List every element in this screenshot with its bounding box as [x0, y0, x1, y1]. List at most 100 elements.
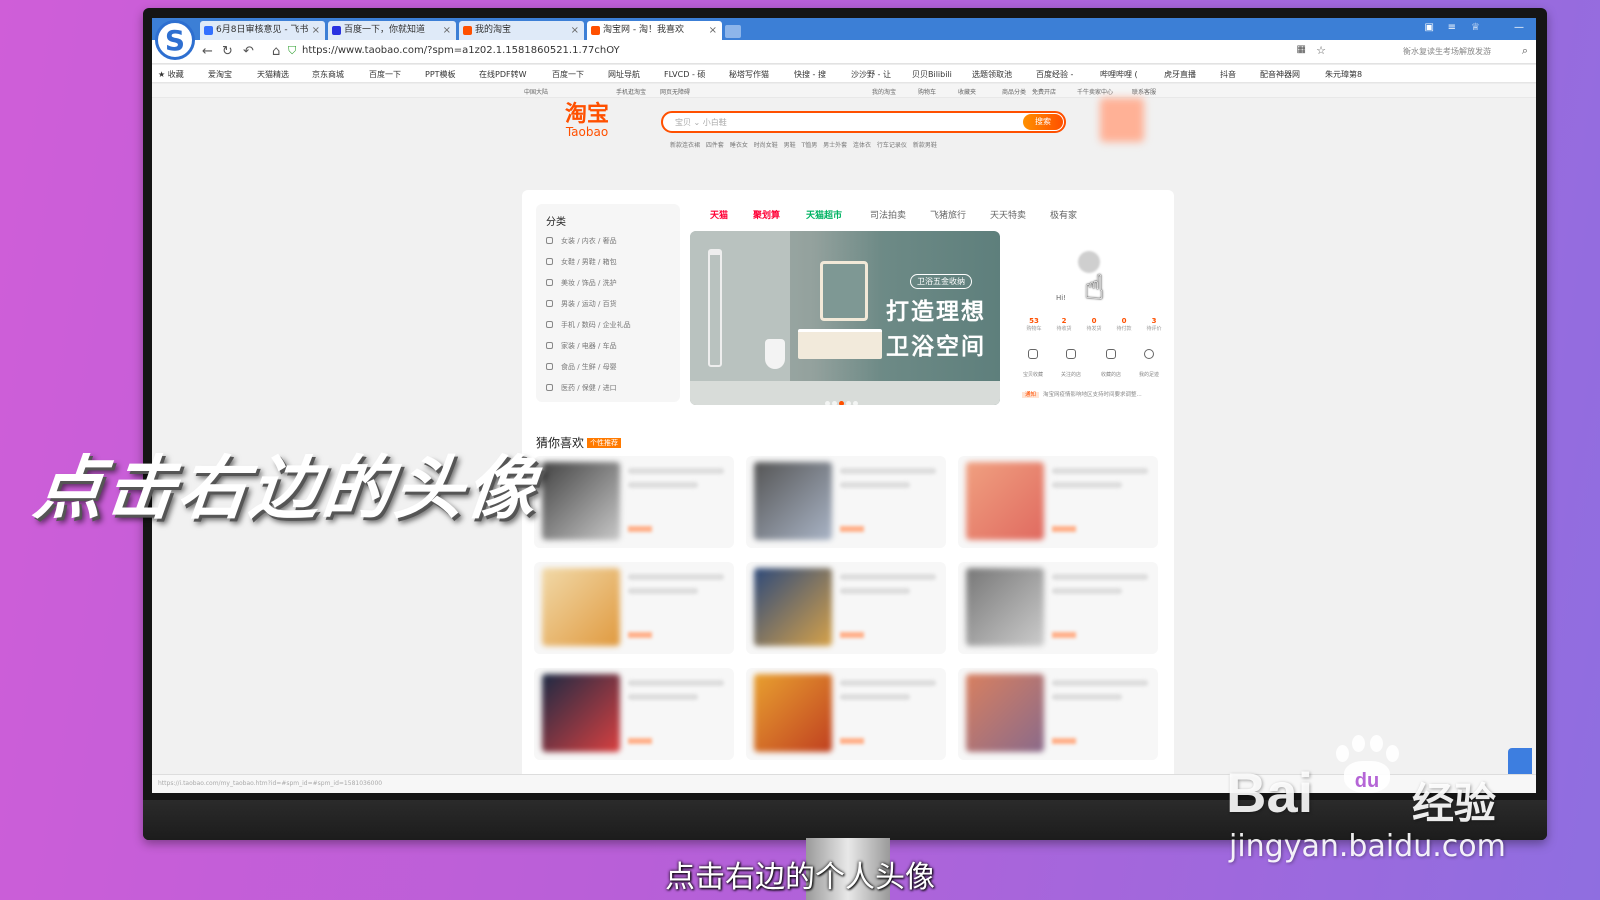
category-item[interactable]: 男装 / 运动 / 百货 — [546, 299, 617, 309]
carousel-dots[interactable] — [824, 391, 859, 405]
category-item[interactable]: 女鞋 / 男鞋 / 箱包 — [546, 257, 617, 267]
tab-my-taobao[interactable]: 我的淘宝 × — [459, 21, 584, 40]
bookmark-item[interactable]: 爱淘宝 — [208, 69, 232, 80]
qr-icon[interactable]: ▦ — [1297, 44, 1306, 55]
channel-jiyoujia[interactable]: 极有家 — [1050, 208, 1077, 221]
product-card[interactable] — [534, 562, 734, 654]
url-input[interactable]: https://www.taobao.com/?spm=a1z02.1.1581… — [302, 45, 620, 56]
tool-followed-shops[interactable]: 关注的店 — [1056, 349, 1086, 380]
bookmark-item[interactable]: 配音神器网 — [1260, 69, 1300, 80]
search-icon[interactable]: ⌕ — [1522, 44, 1528, 58]
bookmark-item[interactable]: 百度一下 — [369, 69, 401, 80]
category-item[interactable]: 美妆 / 饰品 / 洗护 — [546, 278, 617, 288]
shirt-icon[interactable]: ♕ — [1471, 22, 1480, 33]
minimize-icon[interactable]: — — [1514, 22, 1524, 33]
bookmark-item[interactable]: 网址导航 — [608, 69, 640, 80]
new-tab-button[interactable] — [725, 25, 741, 38]
menu-icon[interactable]: ≡ — [1448, 22, 1456, 33]
site-nav-link[interactable]: 收藏夹 — [958, 87, 976, 96]
product-card[interactable] — [958, 456, 1158, 548]
product-card[interactable] — [958, 668, 1158, 760]
product-card[interactable] — [534, 456, 734, 548]
channel-fliggy[interactable]: 飞猪旅行 — [930, 208, 966, 221]
back-icon[interactable]: ← — [202, 44, 213, 59]
product-price — [1052, 632, 1076, 638]
stat-to-receive[interactable]: 2 待收货 — [1050, 317, 1078, 332]
undo-icon[interactable]: ↶ — [243, 44, 254, 59]
channel-tmall[interactable]: 天猫 — [710, 208, 728, 221]
site-nav-link[interactable]: 购物车 — [918, 87, 936, 96]
bookmark-item[interactable]: 百度经验 - — [1036, 69, 1073, 80]
taobao-logo[interactable]: 淘宝 Taobao — [565, 104, 609, 139]
close-icon[interactable]: × — [443, 21, 451, 40]
promo-banner[interactable]: 卫浴五金收纳 打造理想 卫浴空间 — [690, 231, 1000, 405]
tool-saved-shops[interactable]: 收藏的店 — [1096, 349, 1126, 380]
stat-to-pay[interactable]: 0 待付款 — [1110, 317, 1138, 332]
category-item[interactable]: 家装 / 电器 / 车品 — [546, 341, 617, 351]
category-item[interactable]: 手机 / 数码 / 企业礼品 — [546, 320, 631, 330]
home-icon[interactable]: ⌂ — [272, 44, 280, 59]
channel-juhuasuan[interactable]: 聚划算 — [753, 208, 780, 221]
bookmark-item[interactable]: 京东商城 — [312, 69, 344, 80]
tab-baidu[interactable]: 百度一下，你就知道 × — [328, 21, 456, 40]
bookmark-item[interactable]: 在线PDF转W — [479, 69, 527, 80]
search-box[interactable]: 宝贝 ⌄ 小白鞋 搜索 — [661, 111, 1066, 133]
tab-feishu[interactable]: 6月8日审核意见 - 飞书 × — [200, 21, 325, 40]
bookmark-item[interactable]: ★ 收藏 — [158, 69, 184, 80]
tabs-icon[interactable]: ▣ — [1425, 22, 1434, 33]
close-icon[interactable]: × — [709, 21, 717, 40]
search-input[interactable]: 宝贝 ⌄ 小白鞋 — [675, 117, 727, 128]
bookmark-item[interactable]: 秘塔写作猫 — [729, 69, 769, 80]
channel-tmall-market[interactable]: 天猫超市 — [806, 208, 842, 221]
bookmark-item[interactable]: 抖音 — [1220, 69, 1236, 80]
search-button[interactable]: 搜索 — [1023, 114, 1063, 130]
bookmark-item[interactable]: 朱元璋第8 — [1325, 69, 1362, 80]
product-card[interactable] — [534, 668, 734, 760]
bookmark-item[interactable]: PPT模板 — [425, 69, 456, 80]
site-nav-link[interactable]: 联系客服 — [1132, 87, 1156, 96]
bookmark-item[interactable]: 沙沙野 - 让 — [851, 69, 891, 80]
bookmark-item[interactable]: FLVCD - 硕 — [664, 69, 705, 80]
tool-favorites[interactable]: 宝贝收藏 — [1018, 349, 1048, 380]
product-card[interactable] — [746, 562, 946, 654]
product-card[interactable] — [746, 668, 946, 760]
product-card[interactable] — [746, 456, 946, 548]
category-item[interactable]: 女装 / 内衣 / 奢品 — [546, 236, 617, 246]
star-icon[interactable]: ☆ — [1316, 44, 1326, 57]
category-item[interactable]: 食品 / 生鲜 / 母婴 — [546, 362, 617, 372]
hot-words[interactable]: 新款连衣裙 四件套 睡衣女 时尚女鞋 男鞋 T恤男 男士外套 连体衣 行车记录仪… — [670, 140, 937, 149]
bookmark-item[interactable]: 虎牙直播 — [1164, 69, 1196, 80]
stat-to-ship[interactable]: 0 待发货 — [1080, 317, 1108, 332]
channel-daily-sale[interactable]: 天天特卖 — [990, 208, 1026, 221]
logo-text-en: Taobao — [565, 125, 609, 139]
stat-cart[interactable]: 53 购物车 — [1020, 317, 1048, 332]
site-nav-link[interactable]: 网页无障碍 — [660, 87, 690, 96]
address-search-hint[interactable]: 衡水复读生考场解放发游 — [1403, 46, 1491, 57]
notice[interactable]: 通知 淘宝网疫情影响地区支持时间要求调整... — [1022, 390, 1142, 398]
product-title — [1052, 574, 1148, 580]
site-nav-link[interactable]: 千牛卖家中心 — [1077, 87, 1113, 96]
bookmark-item[interactable]: 天猫精选 — [257, 69, 289, 80]
category-item[interactable]: 医药 / 保健 / 进口 — [546, 383, 617, 393]
stat-number: 0 — [1121, 317, 1127, 325]
site-nav-link[interactable]: 免费开店 — [1032, 87, 1056, 96]
bookmark-item[interactable]: 百度一下 — [552, 69, 584, 80]
site-nav-link[interactable]: 我的淘宝 — [872, 87, 896, 96]
site-nav-link[interactable]: 手机逛淘宝 — [616, 87, 646, 96]
stat-to-review[interactable]: 3 待评价 — [1140, 317, 1168, 332]
refresh-icon[interactable]: ↻ — [222, 44, 233, 59]
bookmark-item[interactable]: 贝贝Bilibili — [912, 69, 952, 80]
tab-taobao-home[interactable]: 淘宝网 - 淘！我喜欢 × — [587, 21, 722, 40]
product-card[interactable] — [958, 562, 1158, 654]
site-nav-link[interactable]: 商品分类 — [1002, 87, 1026, 96]
product-image — [966, 462, 1044, 540]
bookmark-item[interactable]: 快搜 - 搜 — [794, 69, 826, 80]
channel-auction[interactable]: 司法拍卖 — [870, 208, 906, 221]
category-label: 美妆 / 饰品 / 洗护 — [561, 279, 617, 287]
bookmark-item[interactable]: 哔哩哔哩 ( — [1100, 69, 1138, 80]
bookmark-item[interactable]: 选题领取池 — [972, 69, 1012, 80]
close-icon[interactable]: × — [571, 21, 579, 40]
region-select[interactable]: 中国大陆 — [524, 87, 548, 96]
tool-footprint[interactable]: 我的足迹 — [1134, 349, 1164, 380]
close-icon[interactable]: × — [312, 21, 320, 40]
